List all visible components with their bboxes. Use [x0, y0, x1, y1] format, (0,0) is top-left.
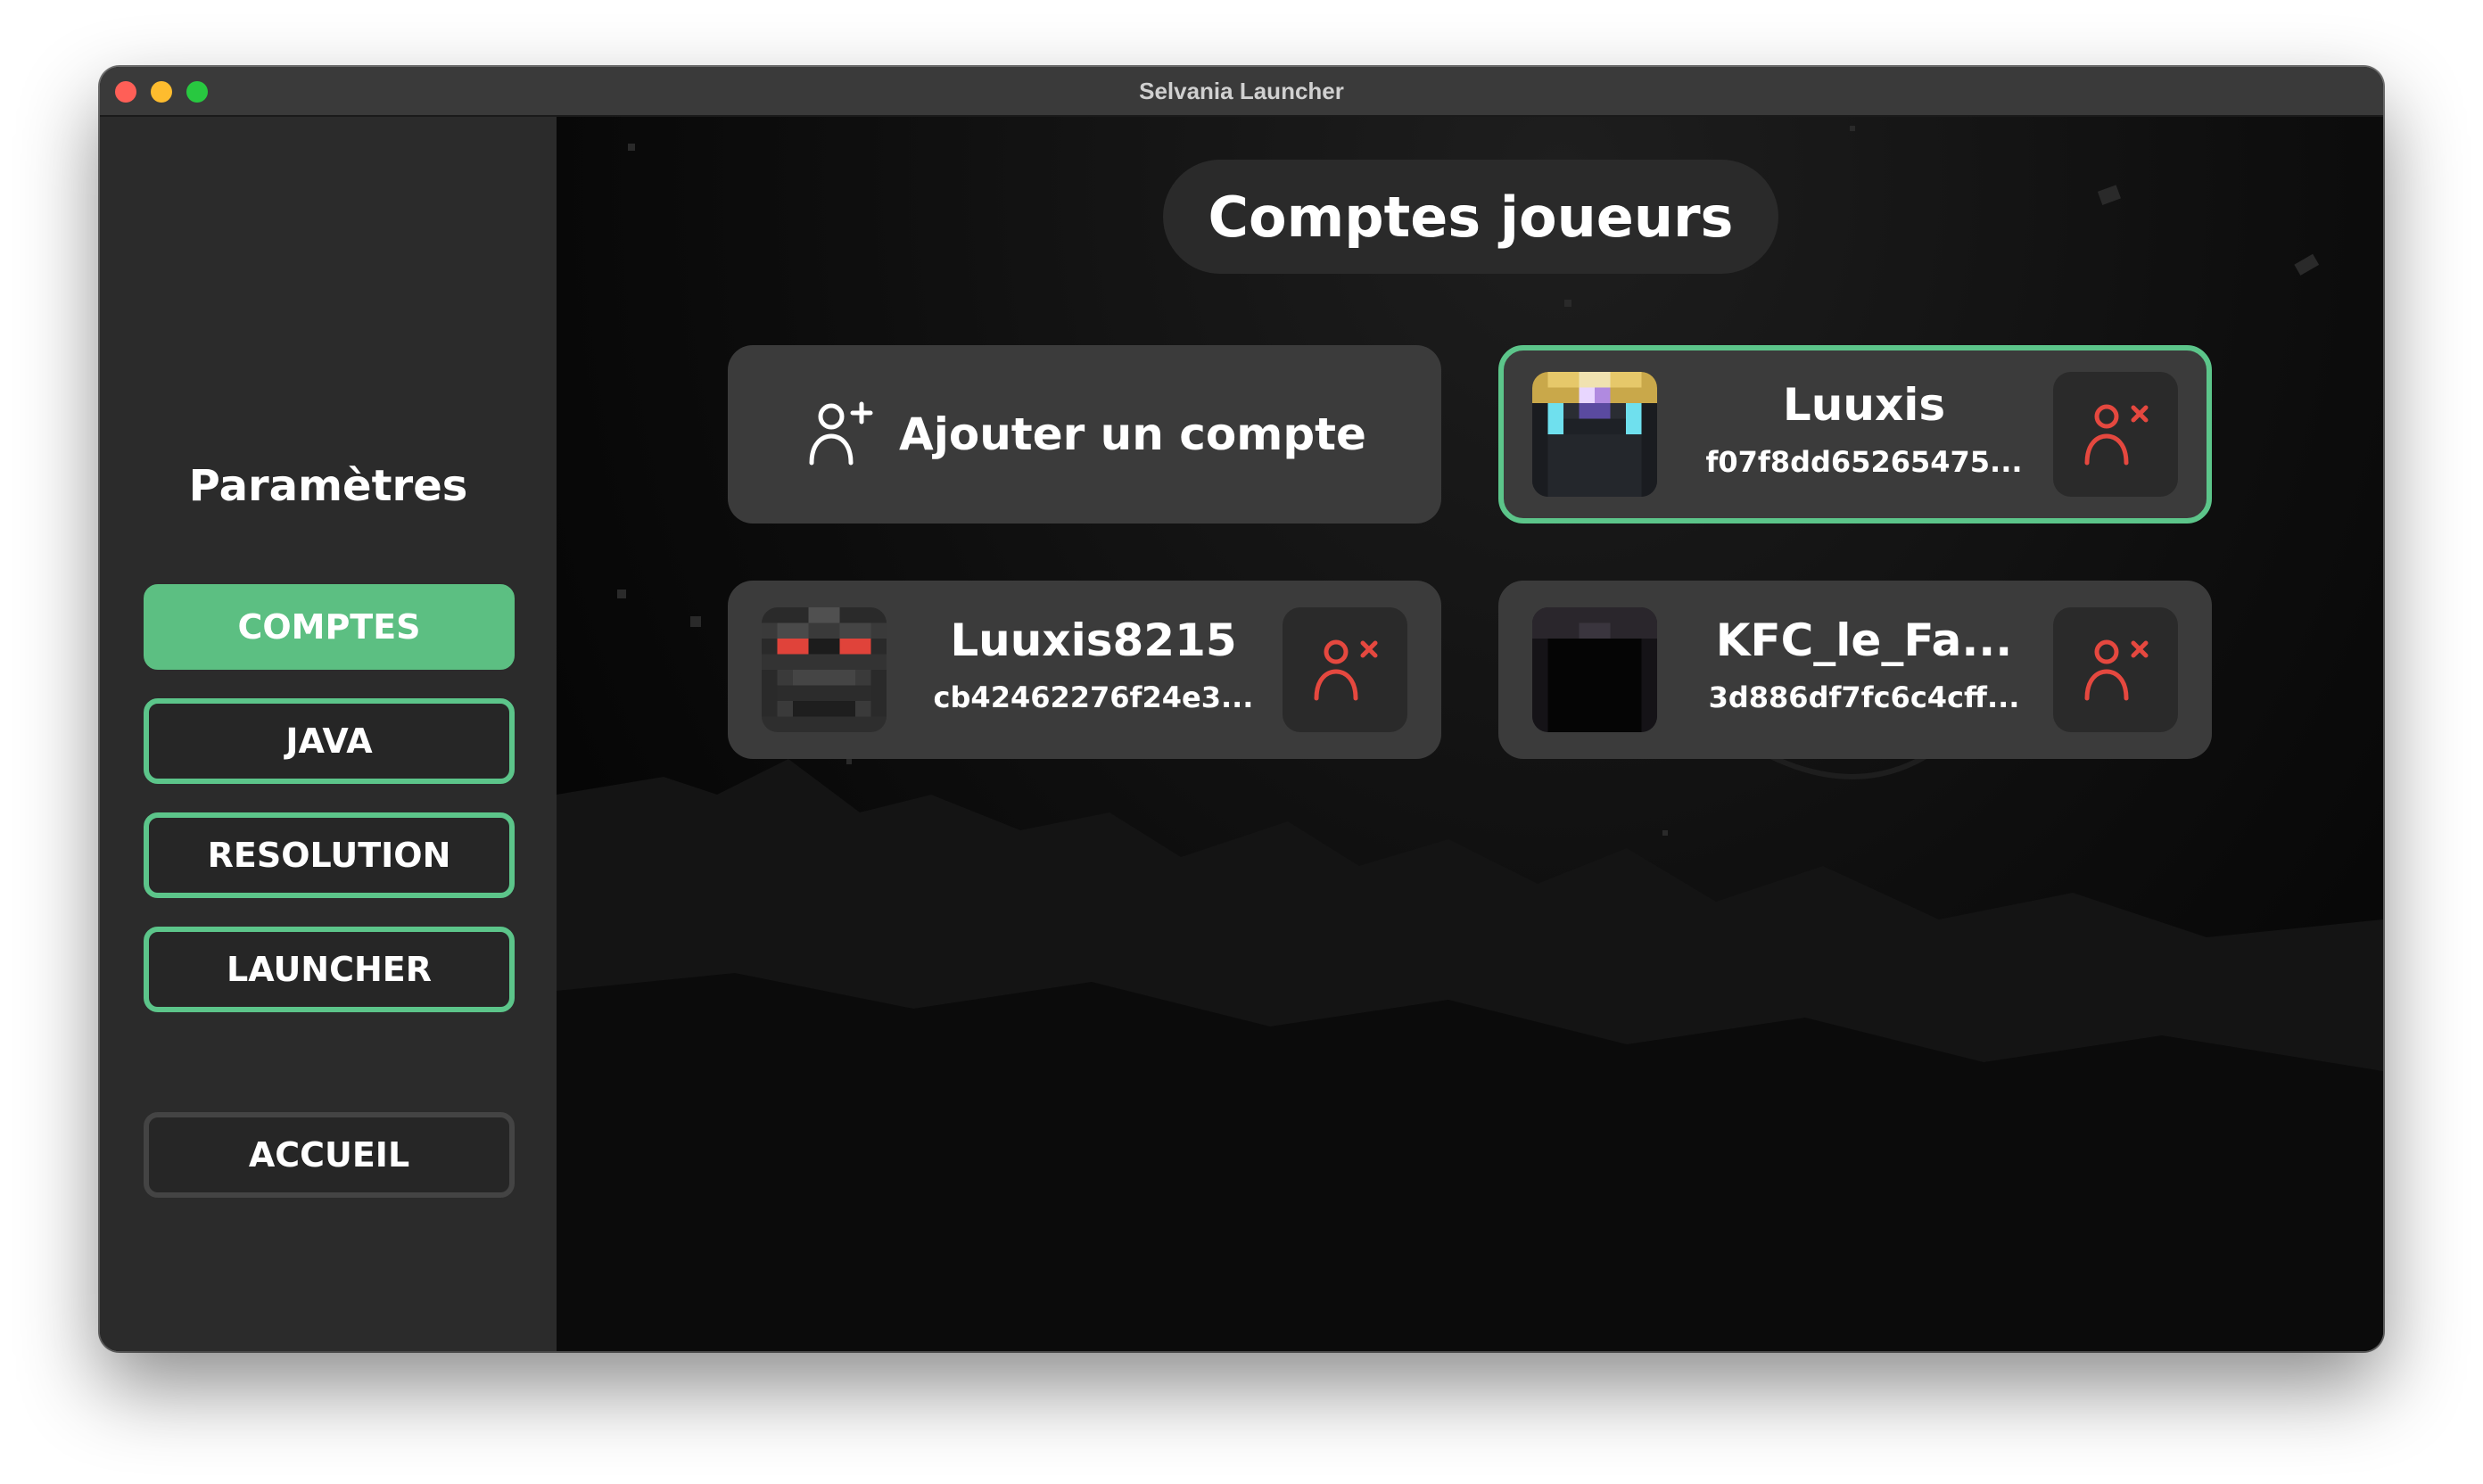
account-name: Luuxis8215	[950, 614, 1237, 666]
account-card-luuxis[interactable]: Luuxis f07f8dd65265475...	[1498, 345, 2212, 524]
account-name: KFC_le_Fa...	[1715, 614, 2013, 666]
nav-launcher-button[interactable]: LAUNCHER	[144, 927, 515, 1012]
account-avatar	[762, 607, 887, 732]
remove-account-button[interactable]	[2053, 372, 2178, 497]
user-remove-icon	[2080, 632, 2151, 707]
account-uuid: cb42462276f24e3...	[933, 680, 1254, 714]
add-account-button[interactable]: Ajouter un compte	[728, 345, 1441, 524]
window-title: Selvania Launcher	[1139, 78, 1344, 104]
remove-account-button[interactable]	[1283, 607, 1407, 732]
title-bar: Selvania Launcher	[100, 67, 2383, 117]
sidebar-title: Paramètres	[188, 461, 468, 511]
nav-resolution-button[interactable]: RESOLUTION	[144, 812, 515, 898]
remove-account-button[interactable]	[2053, 607, 2178, 732]
add-account-label: Ajouter un compte	[899, 408, 1366, 460]
accounts-panel: Comptes joueurs Ajouter un compte Luuxis…	[557, 117, 2383, 1351]
user-plus-icon	[803, 397, 874, 472]
nav-java-button[interactable]: JAVA	[144, 698, 515, 784]
user-remove-icon	[1309, 632, 1381, 707]
account-card-luuxis8215[interactable]: Luuxis8215 cb42462276f24e3...	[728, 581, 1441, 759]
account-uuid: f07f8dd65265475...	[1705, 445, 2023, 479]
account-uuid: 3d886df7fc6c4cff...	[1708, 680, 2020, 714]
account-name: Luuxis	[1782, 379, 1946, 431]
account-avatar	[1532, 372, 1657, 497]
account-avatar	[1532, 607, 1657, 732]
page-title: Comptes joueurs	[1163, 160, 1778, 274]
account-card-kfc[interactable]: KFC_le_Fa... 3d886df7fc6c4cff...	[1498, 581, 2212, 759]
nav-home-button[interactable]: ACCUEIL	[144, 1112, 515, 1198]
user-remove-icon	[2080, 397, 2151, 472]
settings-sidebar: Paramètres COMPTES JAVA RESOLUTION LAUNC…	[100, 117, 557, 1351]
nav-comptes-button[interactable]: COMPTES	[144, 584, 515, 670]
launcher-window: Selvania Launcher Paramètres COMPTES JAV…	[100, 67, 2383, 1351]
